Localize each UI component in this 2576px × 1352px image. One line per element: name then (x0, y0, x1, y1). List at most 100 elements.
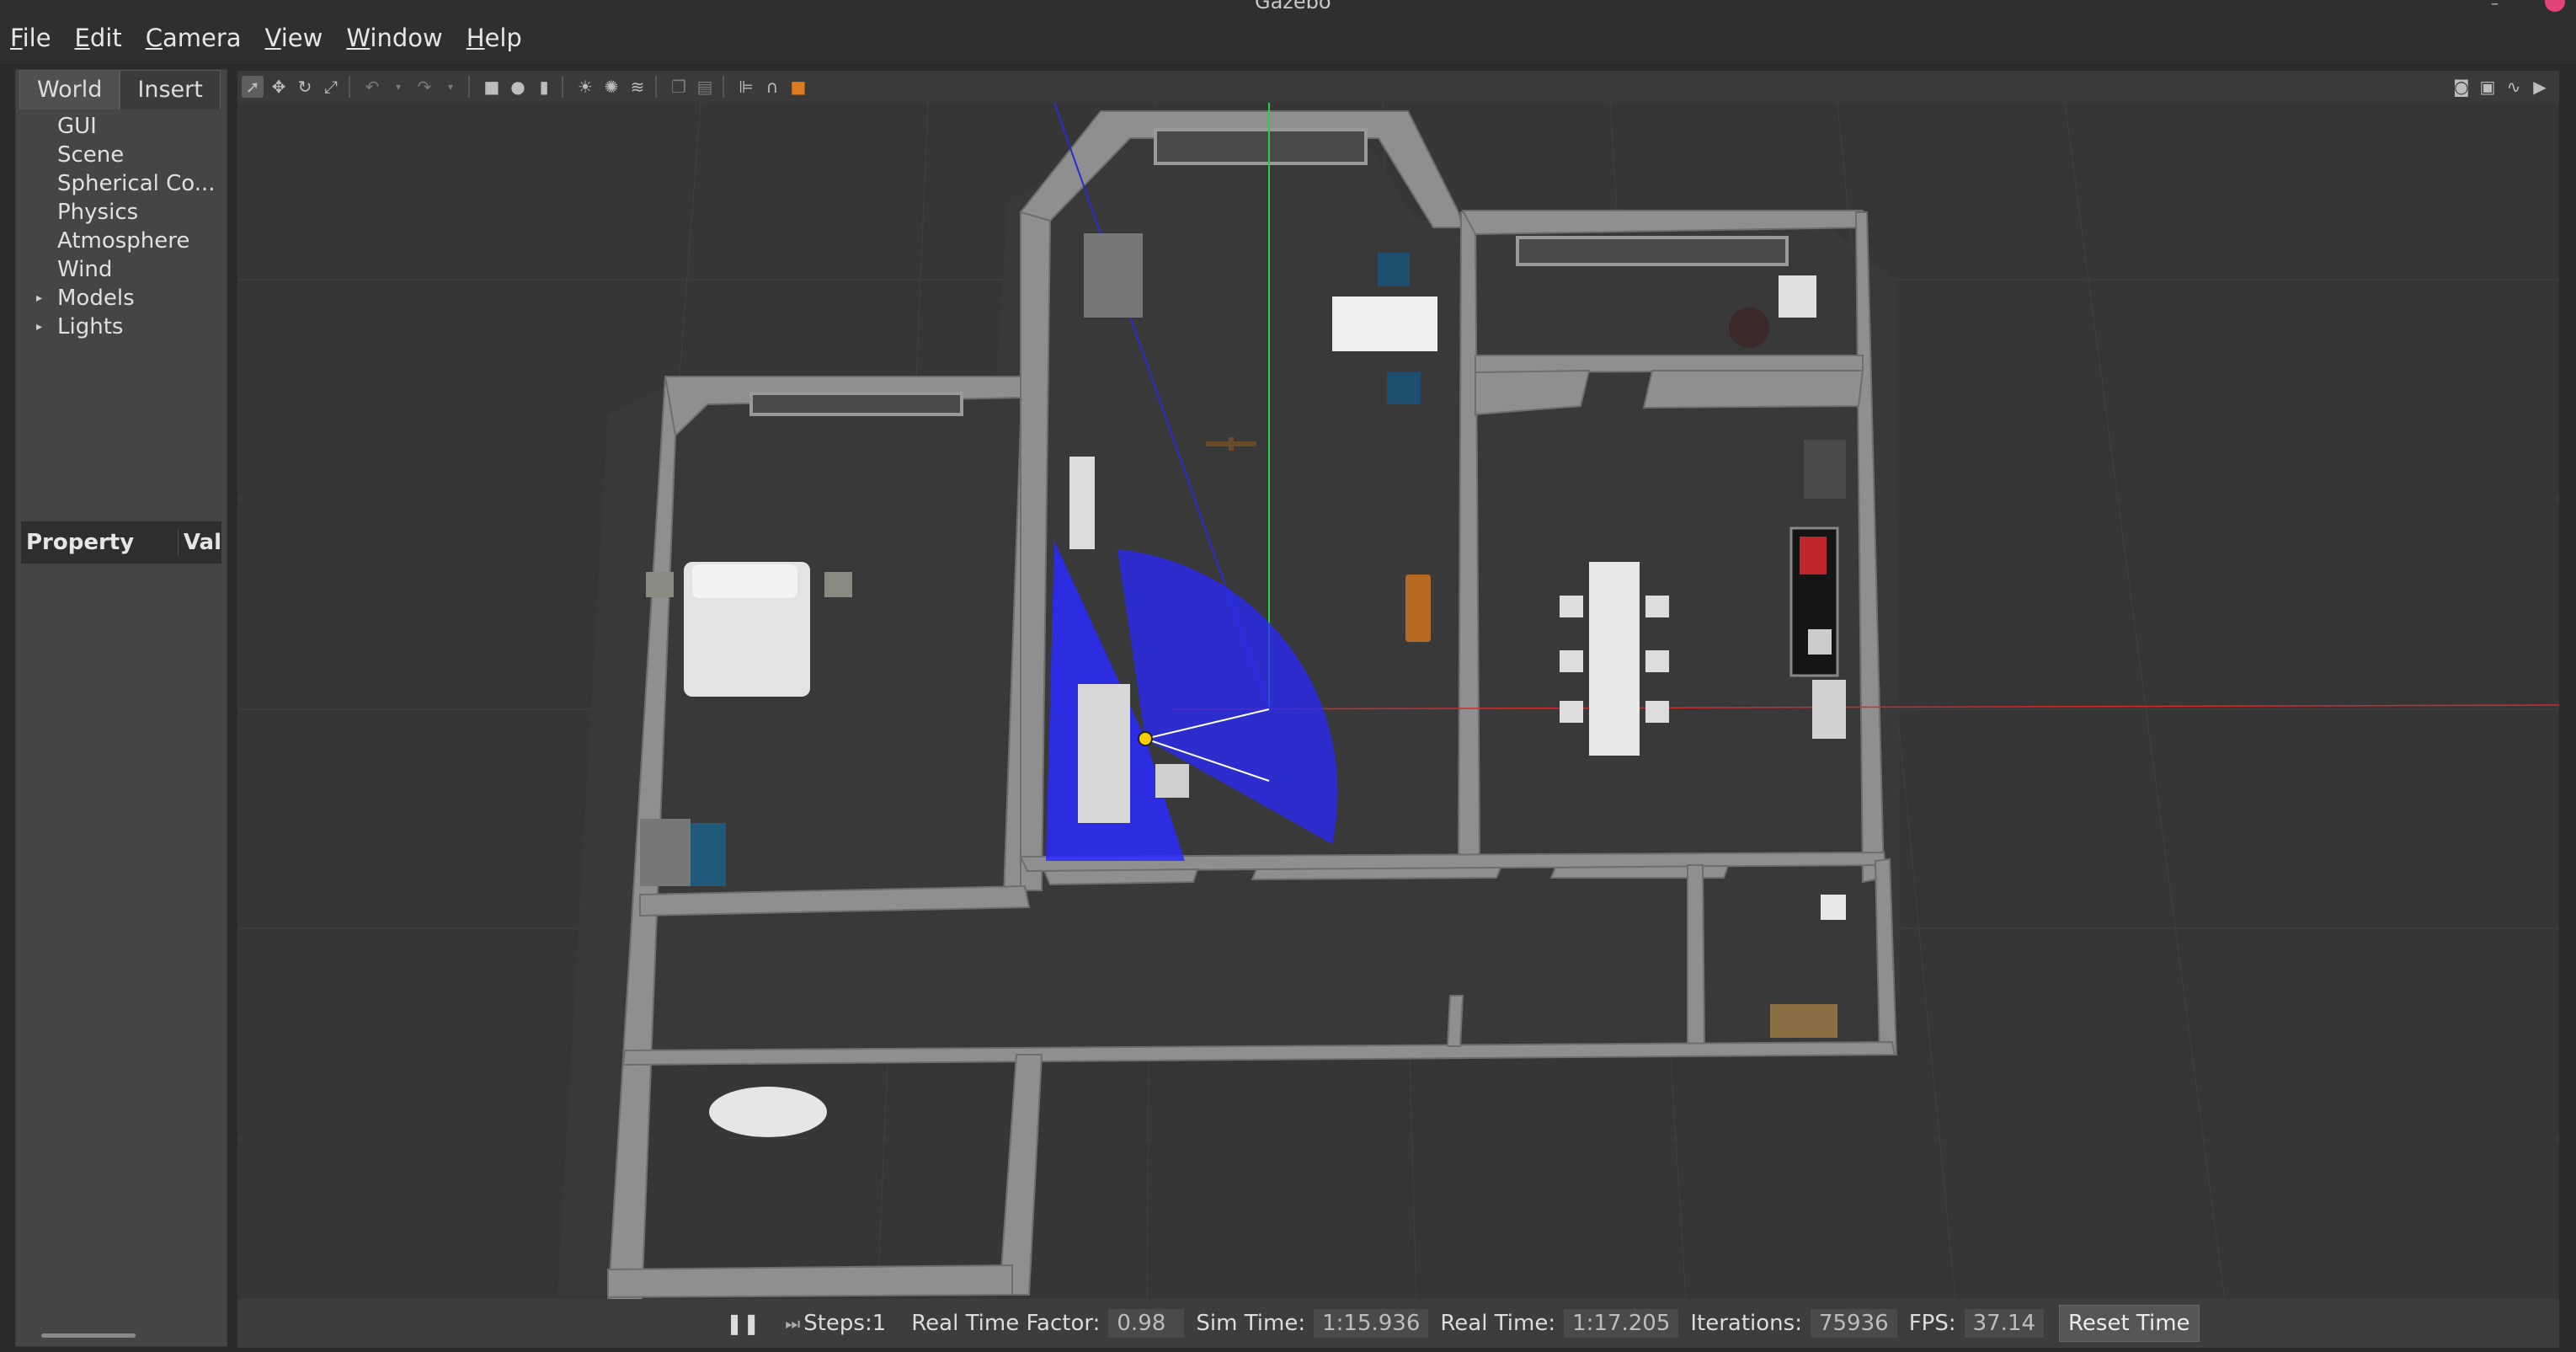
wall-segment[interactable] (1642, 370, 1864, 409)
color-icon[interactable]: ■ (787, 76, 809, 98)
dining-table[interactable] (1589, 562, 1640, 756)
window (1516, 236, 1789, 266)
armchair-white[interactable] (1779, 275, 1816, 318)
dining-chair[interactable] (1645, 650, 1669, 672)
undo-icon[interactable]: ↶ (361, 76, 383, 98)
value-column-header[interactable]: Val (179, 530, 221, 555)
dining-chair[interactable] (1560, 701, 1583, 723)
wall-stub[interactable] (1446, 995, 1464, 1047)
scale-icon[interactable]: ⤢ (320, 76, 342, 98)
window (1154, 128, 1368, 165)
steps-value[interactable]: 1 (872, 1311, 887, 1336)
expand-arrow-icon[interactable]: ▸ (36, 284, 42, 313)
copy-icon[interactable]: ❐ (668, 76, 690, 98)
expand-arrow-icon[interactable]: ▸ (36, 313, 42, 341)
wall-segment[interactable] (1043, 868, 1199, 886)
toolbar-separator (349, 76, 350, 98)
plot-icon[interactable]: ∿ (2503, 76, 2525, 98)
pause-icon[interactable]: ❚❚ (726, 1312, 760, 1335)
cylinder-icon[interactable]: ▮ (533, 76, 555, 98)
desk[interactable] (1332, 297, 1437, 351)
box-icon[interactable]: ■ (481, 76, 503, 98)
tree-item-spherical-coordinates[interactable]: Spherical Co... (16, 169, 227, 198)
wooden-stool[interactable] (1405, 574, 1431, 642)
tree-item-models[interactable]: ▸ Models (16, 284, 227, 313)
tree-item-label: GUI (57, 114, 97, 139)
menu-file-mnemonic: F (10, 24, 23, 52)
dining-chair[interactable] (1645, 701, 1669, 723)
tree-item-lights[interactable]: ▸ Lights (16, 313, 227, 341)
bath-sink[interactable] (1770, 1004, 1837, 1038)
wall-bottom[interactable] (607, 1264, 1013, 1299)
sofa[interactable] (640, 819, 691, 886)
log-icon[interactable]: ▣ (2477, 76, 2499, 98)
scene-viewport[interactable] (237, 103, 2559, 1299)
menu-window[interactable]: Window (346, 24, 442, 52)
tree-item-physics[interactable]: Physics (16, 198, 227, 227)
wall-segment[interactable] (1251, 866, 1502, 881)
menu-window-label: indow (370, 24, 443, 52)
toolbar-separator (723, 76, 724, 98)
tab-world[interactable]: World (19, 70, 120, 110)
redo-dropdown-icon[interactable]: ▾ (440, 76, 461, 98)
menu-file[interactable]: File (10, 24, 51, 52)
point-light-icon[interactable]: ☀ (574, 76, 596, 98)
screenshot-icon[interactable]: ◙ (2451, 76, 2472, 98)
close-icon[interactable] (2545, 0, 2565, 12)
nightstand[interactable] (824, 572, 852, 597)
sphere-icon[interactable]: ● (507, 76, 529, 98)
redo-icon[interactable]: ↷ (413, 76, 435, 98)
tree-item-atmosphere[interactable]: Atmosphere (16, 227, 227, 255)
shelf[interactable] (1069, 457, 1095, 549)
video-icon[interactable]: ▶ (2529, 76, 2551, 98)
align-icon[interactable]: ⊫ (735, 76, 757, 98)
horizontal-scrollbar[interactable] (41, 1333, 136, 1338)
toolbar-separator (562, 76, 563, 98)
robot[interactable] (1138, 731, 1153, 746)
dining-chair[interactable] (1645, 596, 1669, 617)
spot-light-icon[interactable]: ✺ (600, 76, 622, 98)
tab-insert[interactable]: Insert (120, 70, 221, 110)
office-chair[interactable] (1387, 372, 1421, 404)
directional-light-icon[interactable]: ≋ (627, 76, 648, 98)
stove[interactable] (1800, 537, 1827, 574)
snap-icon[interactable]: ∩ (761, 76, 783, 98)
menu-help[interactable]: Help (467, 24, 522, 52)
chair[interactable] (1155, 764, 1189, 798)
minimize-icon[interactable]: – (2491, 0, 2499, 13)
undo-dropdown-icon[interactable]: ▾ (387, 76, 409, 98)
tree-item-label: Physics (57, 200, 139, 225)
wall-center-right[interactable] (1457, 211, 1481, 862)
round-table[interactable] (1729, 307, 1769, 348)
menu-camera[interactable]: Camera (146, 24, 242, 52)
translate-icon[interactable]: ✥ (268, 76, 290, 98)
select-icon[interactable]: ➚ (242, 76, 264, 98)
wall-bottom-right[interactable] (998, 1054, 1043, 1296)
dining-chair[interactable] (1560, 650, 1583, 672)
tree-item-wind[interactable]: Wind (16, 255, 227, 284)
rotate-icon[interactable]: ↻ (294, 76, 316, 98)
steps-label: Steps: (803, 1311, 872, 1336)
reset-time-button[interactable]: Reset Time (2059, 1305, 2200, 1342)
paste-icon[interactable]: ▤ (694, 76, 716, 98)
property-column-header[interactable]: Property (21, 530, 179, 555)
armchair[interactable] (1084, 233, 1143, 318)
cushion[interactable] (691, 823, 726, 886)
menu-help-label: elp (484, 24, 522, 52)
dining-chair[interactable] (1560, 596, 1583, 617)
fridge[interactable] (1804, 440, 1846, 499)
tree-item-gui[interactable]: GUI (16, 112, 227, 141)
step-icon[interactable]: ⏭ (785, 1313, 800, 1333)
cabinet[interactable] (1078, 684, 1130, 823)
office-chair[interactable] (1378, 253, 1410, 286)
bathtub[interactable] (709, 1087, 827, 1137)
menu-edit[interactable]: Edit (75, 24, 122, 52)
tree-item-scene[interactable]: Scene (16, 141, 227, 169)
sink[interactable] (1808, 629, 1832, 655)
toolbar-separator (468, 76, 470, 98)
nightstand[interactable] (646, 572, 674, 597)
toilet[interactable] (1821, 895, 1846, 920)
menu-view[interactable]: View (265, 24, 323, 52)
dishwasher[interactable] (1812, 680, 1846, 739)
wall-bath-left[interactable] (1687, 864, 1706, 1049)
